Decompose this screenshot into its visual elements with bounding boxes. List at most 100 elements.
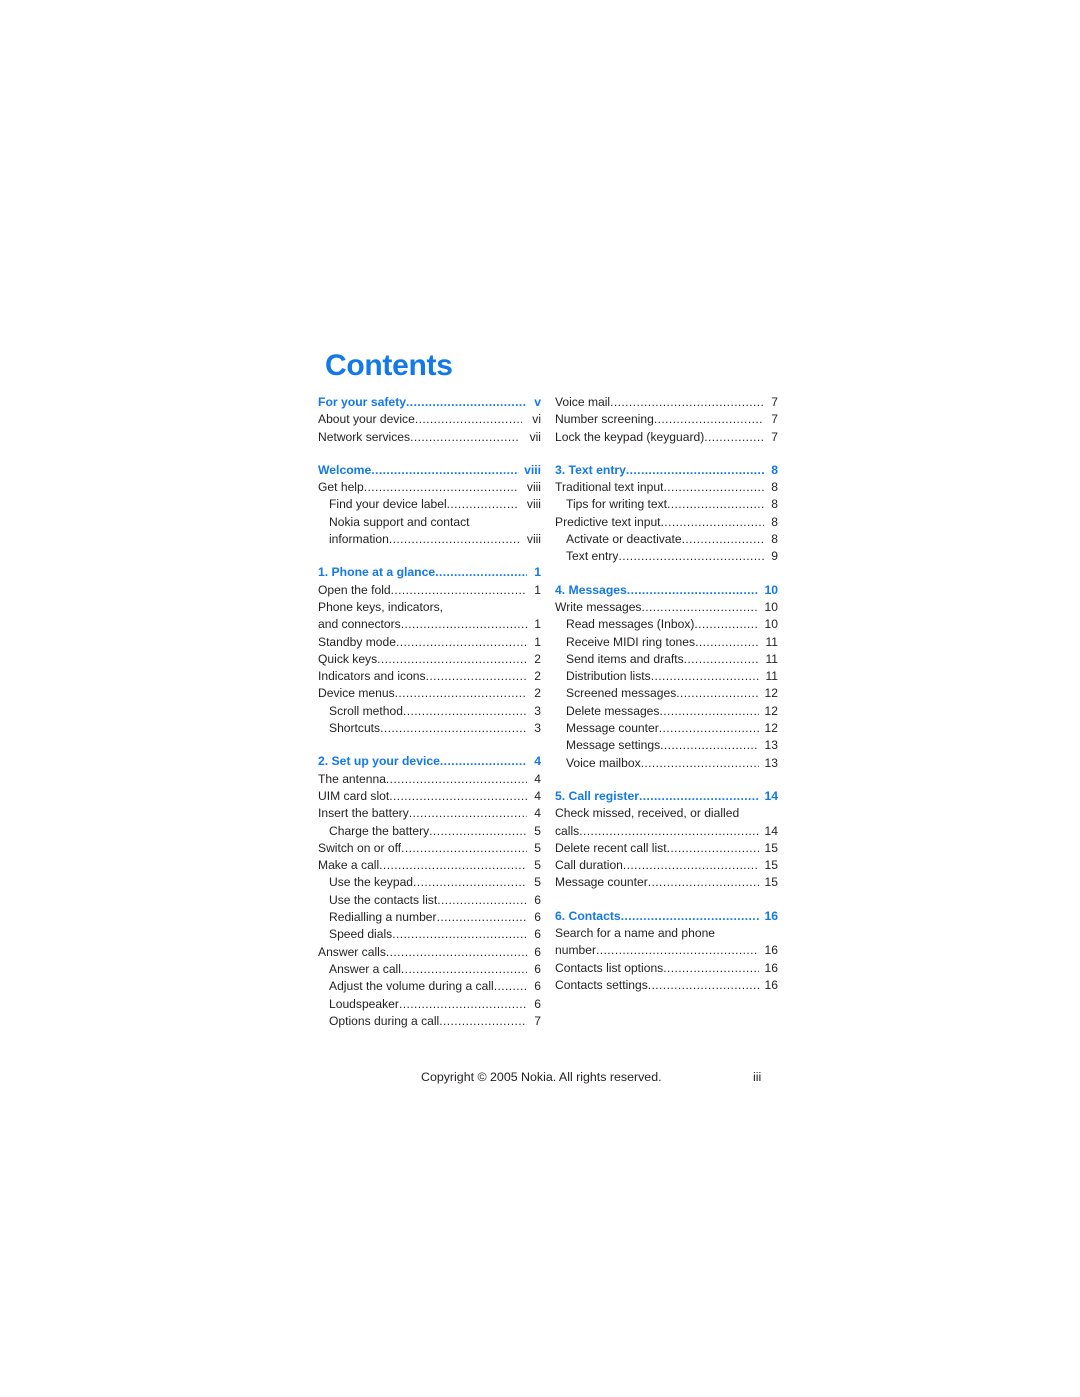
toc-leader-dots: ........................................… bbox=[640, 755, 759, 770]
toc-entry[interactable]: Speed dials ............................… bbox=[318, 926, 541, 943]
toc-entry-label: 1. Phone at a glance bbox=[318, 565, 436, 580]
toc-entry[interactable]: Quick keys .............................… bbox=[318, 651, 541, 668]
toc-entry[interactable]: The antenna ............................… bbox=[318, 771, 541, 788]
toc-entry[interactable]: Insert the battery .....................… bbox=[318, 805, 541, 822]
toc-entry[interactable]: Send items and drafts ..................… bbox=[555, 651, 778, 668]
toc-entry[interactable]: Network services .......................… bbox=[318, 429, 541, 446]
toc-entry-label: Delete messages bbox=[566, 703, 660, 718]
toc-entry[interactable]: Number screening .......................… bbox=[555, 411, 778, 428]
toc-entry-page: 1 bbox=[534, 634, 541, 649]
toc-entry[interactable]: number .................................… bbox=[555, 942, 778, 959]
toc-entry[interactable]: Message counter ........................… bbox=[555, 720, 778, 737]
toc-entry[interactable]: Standby mode ...........................… bbox=[318, 634, 541, 651]
toc-entry[interactable]: Traditional text input .................… bbox=[555, 479, 778, 496]
toc-entry-page: 4 bbox=[534, 754, 541, 769]
toc-section-entry[interactable]: 4. Messages ............................… bbox=[555, 582, 778, 599]
toc-entry[interactable]: information ............................… bbox=[318, 531, 541, 548]
toc-entry[interactable]: Tips for writing text ..................… bbox=[555, 496, 778, 513]
toc-entry[interactable]: Loudspeaker ............................… bbox=[318, 996, 541, 1013]
toc-entry[interactable]: Read messages (Inbox) ..................… bbox=[555, 616, 778, 633]
toc-leader-dots: ........................................… bbox=[439, 754, 527, 769]
toc-entry-page: viii bbox=[526, 532, 541, 547]
toc-entry[interactable]: Lock the keypad (keyguard) .............… bbox=[555, 429, 778, 446]
toc-entry[interactable]: Screened messages ......................… bbox=[555, 685, 778, 702]
toc-entry[interactable]: Phone keys, indicators, ................… bbox=[318, 599, 541, 616]
toc-section-entry[interactable]: 6. Contacts ............................… bbox=[555, 908, 778, 925]
toc-entry[interactable]: Receive MIDI ring tones ................… bbox=[555, 634, 778, 651]
toc-entry-label: 3. Text entry bbox=[555, 462, 626, 477]
toc-entry[interactable]: Voice mailbox ..........................… bbox=[555, 755, 778, 772]
toc-entry[interactable]: Delete messages ........................… bbox=[555, 703, 778, 720]
toc-entry-page: 4 bbox=[534, 788, 541, 803]
toc-entry[interactable]: UIM card slot ..........................… bbox=[318, 788, 541, 805]
toc-leader-dots: ........................................… bbox=[414, 412, 522, 427]
toc-entry[interactable]: calls ..................................… bbox=[555, 823, 778, 840]
toc-entry[interactable]: Search for a name and phone ............… bbox=[555, 925, 778, 942]
toc-entry-label: Insert the battery bbox=[318, 806, 409, 821]
toc-leader-dots: ........................................… bbox=[625, 462, 764, 477]
toc-entry-label: Screened messages bbox=[566, 686, 677, 701]
toc-entry-page: 11 bbox=[765, 669, 778, 684]
toc-entry[interactable]: and connectors .........................… bbox=[318, 616, 541, 633]
toc-entry[interactable]: Activate or deactivate .................… bbox=[555, 531, 778, 548]
toc-entry[interactable]: Adjust the volume during a call ........… bbox=[318, 978, 541, 995]
toc-entry[interactable]: Indicators and icons ...................… bbox=[318, 668, 541, 685]
toc-entry[interactable]: Voice mail .............................… bbox=[555, 394, 778, 411]
toc-entry-page: 16 bbox=[764, 908, 778, 923]
toc-leader-dots: ........................................… bbox=[653, 412, 764, 427]
toc-leader-dots: ........................................… bbox=[626, 582, 759, 597]
toc-entry-page: 1 bbox=[534, 565, 541, 580]
toc-leader-dots: ........................................… bbox=[659, 703, 759, 718]
toc-entry[interactable]: Open the fold ..........................… bbox=[318, 582, 541, 599]
toc-entry[interactable]: Answer calls ...........................… bbox=[318, 944, 541, 961]
toc-entry[interactable]: Write messages .........................… bbox=[555, 599, 778, 616]
toc-entry[interactable]: Nokia support and contact ..............… bbox=[318, 514, 541, 531]
toc-section-entry[interactable]: For your safety ........................… bbox=[318, 394, 541, 411]
toc-entry[interactable]: Text entry .............................… bbox=[555, 548, 778, 565]
toc-entry[interactable]: Predictive text input ..................… bbox=[555, 514, 778, 531]
toc-section-entry[interactable]: 3. Text entry ..........................… bbox=[555, 462, 778, 479]
toc-entry[interactable]: Device menus ...........................… bbox=[318, 685, 541, 702]
toc-entry[interactable]: Redialling a number ....................… bbox=[318, 909, 541, 926]
toc-entry[interactable]: Check missed, received, or dialled .....… bbox=[555, 805, 778, 822]
toc-entry[interactable]: Use the contacts list ..................… bbox=[318, 892, 541, 909]
toc-entry-label: Welcome bbox=[318, 462, 372, 477]
toc-section-entry[interactable]: 1. Phone at a glance ...................… bbox=[318, 564, 541, 581]
toc-entry[interactable]: Distribution lists .....................… bbox=[555, 668, 778, 685]
toc-entry[interactable]: Contacts settings ......................… bbox=[555, 977, 778, 994]
toc-entry[interactable]: About your device ......................… bbox=[318, 411, 541, 428]
toc-entry-label: Indicators and icons bbox=[318, 669, 426, 684]
toc-section-entry[interactable]: 2. Set up your device ..................… bbox=[318, 753, 541, 770]
toc-entry-page: 13 bbox=[764, 755, 778, 770]
toc-entry-page: 2 bbox=[534, 669, 541, 684]
toc-entry[interactable]: Get help ...............................… bbox=[318, 479, 541, 496]
toc-entry[interactable]: Message settings .......................… bbox=[555, 737, 778, 754]
toc-section-entry[interactable]: Welcome ................................… bbox=[318, 462, 541, 479]
toc-entry-label: Make a call bbox=[318, 858, 380, 873]
toc-entry[interactable]: Scroll method ..........................… bbox=[318, 703, 541, 720]
toc-entry-label: Standby mode bbox=[318, 634, 396, 649]
toc-entry-label: 2. Set up your device bbox=[318, 754, 440, 769]
toc-entry[interactable]: Contacts list options ..................… bbox=[555, 960, 778, 977]
toc-entry[interactable]: Use the keypad .........................… bbox=[318, 874, 541, 891]
toc-leader-dots: ........................................… bbox=[371, 462, 519, 477]
toc-entry-page: 11 bbox=[765, 634, 778, 649]
toc-entry[interactable]: Answer a call ..........................… bbox=[318, 961, 541, 978]
toc-entry[interactable]: Call duration ..........................… bbox=[555, 857, 778, 874]
toc-entry[interactable]: Options during a call ..................… bbox=[318, 1013, 541, 1030]
toc-entry[interactable]: Charge the battery .....................… bbox=[318, 823, 541, 840]
toc-entry-label: Check missed, received, or dialled bbox=[555, 806, 740, 821]
toc-entry[interactable]: Switch on or off .......................… bbox=[318, 840, 541, 857]
toc-entry[interactable]: Message counter ........................… bbox=[555, 874, 778, 891]
toc-entry-label: Charge the battery bbox=[329, 823, 430, 838]
toc-entry-label: Answer calls bbox=[318, 944, 386, 959]
toc-entry[interactable]: Make a call ............................… bbox=[318, 857, 541, 874]
toc-section-entry[interactable]: 5. Call register .......................… bbox=[555, 788, 778, 805]
toc-entry[interactable]: Find your device label .................… bbox=[318, 496, 541, 513]
toc-entry-label: Options during a call bbox=[329, 1013, 440, 1028]
toc-entry-label: Receive MIDI ring tones bbox=[566, 634, 696, 649]
toc-group: 2. Set up your device ..................… bbox=[318, 753, 541, 1030]
toc-leader-dots: ........................................… bbox=[398, 996, 527, 1011]
toc-entry[interactable]: Delete recent call list ................… bbox=[555, 840, 778, 857]
toc-entry[interactable]: Shortcuts ..............................… bbox=[318, 720, 541, 737]
